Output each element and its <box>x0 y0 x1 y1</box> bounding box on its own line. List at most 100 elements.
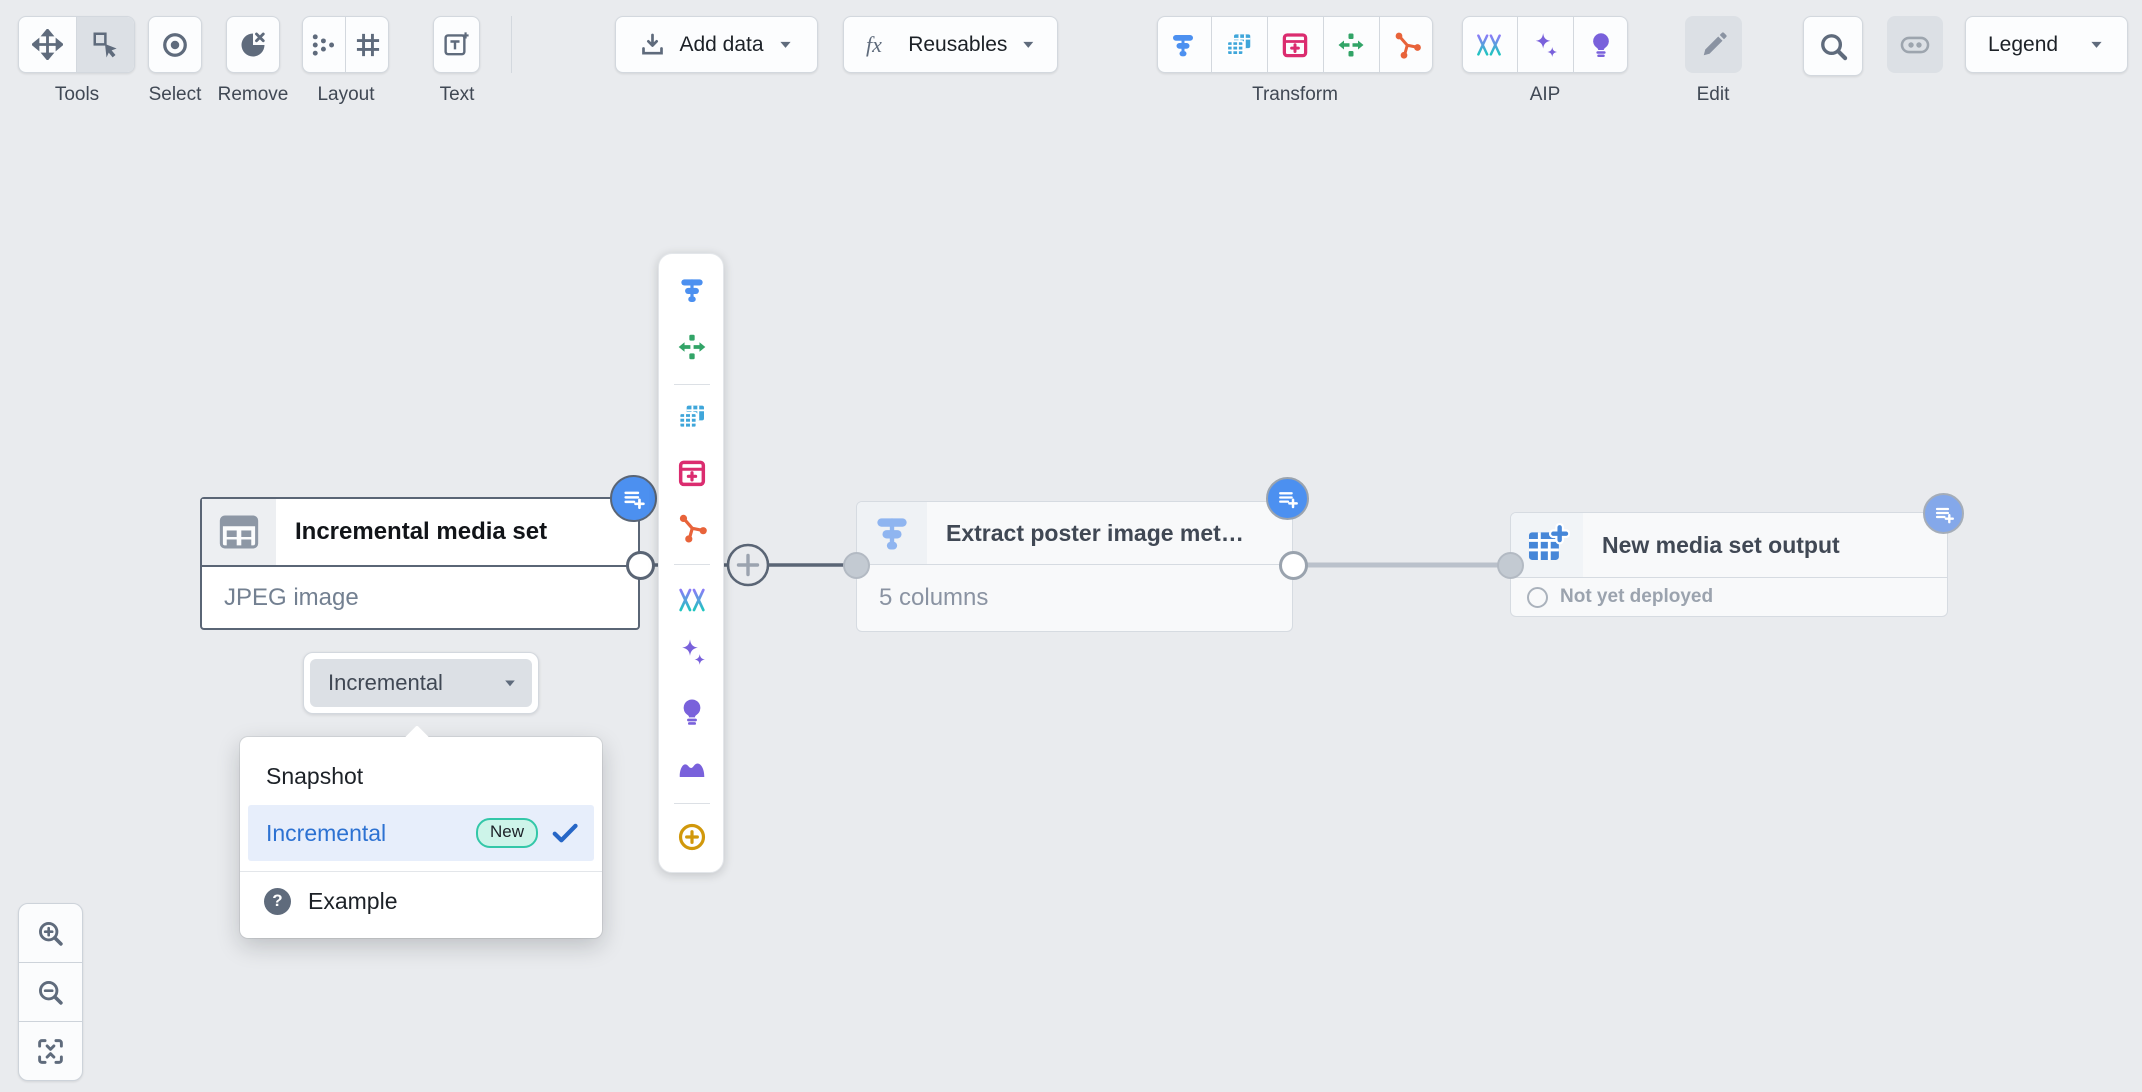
legend-button[interactable]: Legend <box>1965 16 2128 73</box>
palette-add-more-button[interactable] <box>675 820 709 854</box>
palette-transform-button[interactable] <box>675 273 709 307</box>
mode-dropdown-button[interactable]: Incremental <box>303 652 539 714</box>
text-label: Text <box>440 84 475 106</box>
aip-suggest-button[interactable] <box>1573 17 1629 72</box>
transform-icon <box>676 274 708 306</box>
text-icon <box>442 30 471 59</box>
palette-aip-suggest-button[interactable] <box>675 695 709 729</box>
node2-add-note-badge[interactable] <box>1266 477 1309 520</box>
branch-icon <box>1392 30 1422 60</box>
mode-dropdown-value: Incremental <box>328 670 443 696</box>
minimap-toggle-button[interactable] <box>1887 16 1943 73</box>
node3-add-note-badge[interactable] <box>1923 493 1964 534</box>
select-tool-button[interactable] <box>76 17 135 72</box>
tools-button-group <box>18 16 135 73</box>
select-button[interactable] <box>148 16 202 73</box>
menu-item-example-label: Example <box>308 888 397 915</box>
not-deployed-circle-icon <box>1527 587 1548 608</box>
transform-button[interactable] <box>1157 17 1211 72</box>
note-add-badge-icon <box>620 485 647 512</box>
cursor-select-icon <box>91 30 121 60</box>
remove-button[interactable] <box>226 16 280 73</box>
caret-down-icon <box>502 675 518 691</box>
swap-columns-icon <box>1336 30 1366 60</box>
legend-label: Legend <box>1988 33 2058 57</box>
zoom-fit-button[interactable] <box>19 1021 82 1080</box>
node1-subtitle: JPEG image <box>202 567 638 628</box>
question-icon: ? <box>264 888 291 915</box>
palette-media-button[interactable] <box>675 750 709 784</box>
calendar-add-icon <box>1280 30 1310 60</box>
add-data-label: Add data <box>679 33 763 57</box>
node2-output-port[interactable] <box>1279 551 1308 580</box>
node3-status-row: Not yet deployed <box>1511 578 1947 616</box>
node-new-media-set-output[interactable]: New media set output Not yet deployed <box>1510 512 1948 617</box>
menu-item-example[interactable]: ? Example <box>240 872 602 930</box>
add-on-edge-button[interactable] <box>728 545 768 585</box>
edit-label: Edit <box>1697 84 1730 106</box>
note-add-badge-icon <box>1932 502 1956 526</box>
download-icon <box>639 31 666 58</box>
palette-add-column-button[interactable] <box>675 456 709 490</box>
node1-add-note-badge[interactable] <box>610 475 657 522</box>
palette-union-button[interactable] <box>675 511 709 545</box>
mode-menu-popover: Snapshot Incremental New ? Example <box>240 737 602 938</box>
media-set-icon <box>216 509 262 555</box>
add-column-button[interactable] <box>1267 17 1323 72</box>
node-extract-poster-image[interactable]: Extract poster image met… 5 columns <box>856 501 1293 632</box>
join-tables-button[interactable] <box>1211 17 1267 72</box>
layout-label: Layout <box>317 84 374 106</box>
move-tool-button[interactable] <box>18 17 76 72</box>
palette-aip-generate-button[interactable] <box>675 635 709 669</box>
menu-item-snapshot[interactable]: Snapshot <box>240 749 602 803</box>
note-add-badge-icon <box>1275 486 1300 511</box>
zoom-in-button[interactable] <box>19 904 82 962</box>
edit-button[interactable] <box>1685 16 1742 73</box>
add-data-button[interactable]: Add data <box>615 16 818 73</box>
palette-join-button[interactable] <box>675 400 709 434</box>
media-set-output-icon <box>1524 522 1570 568</box>
aip-button-group <box>1462 16 1628 73</box>
node2-header: Extract poster image met… <box>857 502 1292 565</box>
transform-palette <box>658 253 724 873</box>
palette-divider <box>674 384 710 385</box>
new-badge: New <box>476 818 538 847</box>
node3-status: Not yet deployed <box>1560 586 1713 608</box>
move-icon <box>32 29 63 60</box>
aip-logo-icon <box>676 584 708 616</box>
tables-icon <box>1224 30 1254 60</box>
text-button[interactable] <box>433 16 480 73</box>
remove-icon <box>238 30 268 60</box>
layout-dots-button[interactable] <box>302 17 345 72</box>
palette-divider <box>674 803 710 804</box>
palette-aip-logic-button[interactable] <box>675 583 709 617</box>
search-icon <box>1818 31 1849 62</box>
aip-generate-button[interactable] <box>1517 17 1573 72</box>
aip-logo-icon <box>1474 30 1504 60</box>
node3-input-port[interactable] <box>1497 552 1524 579</box>
layout-grid-button[interactable] <box>345 17 389 72</box>
menu-item-snapshot-label: Snapshot <box>266 763 363 790</box>
zoom-controls <box>18 903 83 1081</box>
pencil-icon <box>1699 30 1729 60</box>
pipeline-builder-canvas: Tools Select Remove Layout Text Add data <box>0 0 2142 1092</box>
layout-button-group <box>302 16 389 73</box>
union-button[interactable] <box>1379 17 1434 72</box>
add-circle-icon <box>676 821 708 853</box>
aip-logic-button[interactable] <box>1462 17 1517 72</box>
caret-down-icon <box>777 36 794 53</box>
toggle-icon <box>1898 28 1932 62</box>
search-button[interactable] <box>1803 16 1863 76</box>
reusables-button[interactable]: fx Reusables <box>843 16 1058 73</box>
menu-item-incremental[interactable]: Incremental New <box>248 805 594 861</box>
calendar-add-icon <box>676 457 708 489</box>
zoom-out-button[interactable] <box>19 962 82 1021</box>
target-icon <box>160 30 190 60</box>
palette-pivot-button[interactable] <box>675 330 709 364</box>
node-incremental-media-set[interactable]: Incremental media set JPEG image <box>200 497 640 630</box>
caret-down-icon <box>2088 36 2105 53</box>
node2-input-port[interactable] <box>843 552 870 579</box>
tables-icon <box>676 401 708 433</box>
pivot-button[interactable] <box>1323 17 1379 72</box>
node1-output-port[interactable] <box>626 551 655 580</box>
